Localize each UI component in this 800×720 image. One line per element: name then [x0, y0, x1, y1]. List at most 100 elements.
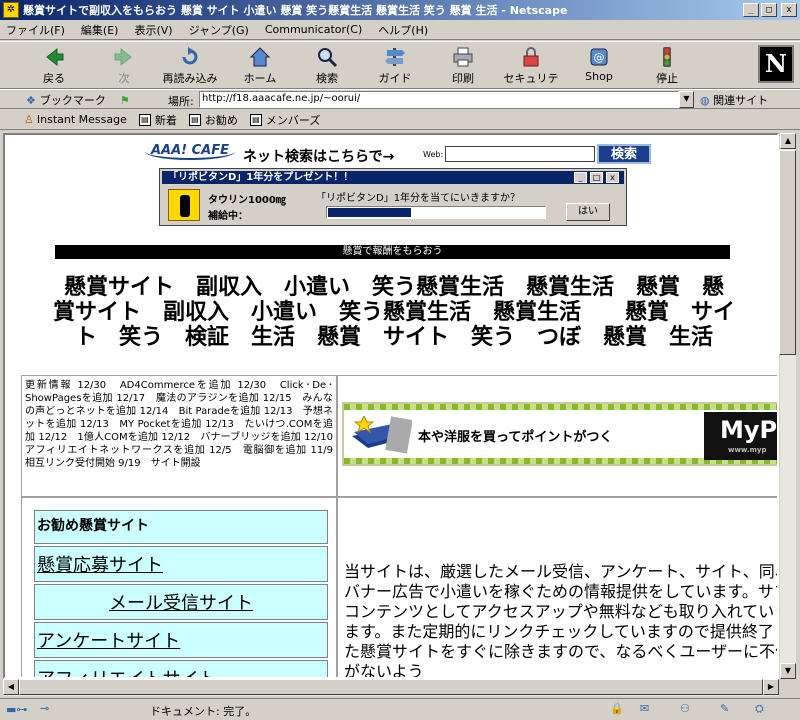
supply-label: 補給中： — [208, 211, 248, 222]
popup-minimize-icon[interactable]: _ — [574, 172, 587, 183]
page-content: AAA! CAFE ネット検索はこちらで→ Web: 検索 「リポビタンD」1年… — [3, 133, 779, 679]
popup-maximize-icon[interactable]: □ — [590, 172, 603, 183]
tagline-bar: 懸賞で報酬をもらおう — [55, 245, 730, 259]
nav-mail-sites[interactable]: メール受信サイト — [34, 584, 328, 620]
menu-communicator[interactable]: Communicator(C) — [265, 23, 362, 36]
nav-affiliate-sites[interactable]: アフィリエイトサイト — [34, 660, 328, 677]
web-label: Web: — [423, 150, 444, 159]
print-icon — [452, 46, 474, 68]
mypoint-banner[interactable]: 本や洋服を買ってポイントがつく MyPo www.myp — [342, 402, 777, 466]
lipovitan-popup-ad[interactable]: 「リポビタンD」1年分をプレゼント！！ _ □ x タウリン1000㎎ 補給中：… — [159, 168, 627, 226]
bottle-icon — [168, 189, 200, 221]
navigation-toolbar: 戻る 次 再読み込み ホーム 検索 ガイド 印刷 セキュリティ @ Shop 停… — [0, 41, 800, 101]
recommend-link[interactable]: ▤ お勧め — [188, 112, 238, 128]
url-input[interactable]: http://f18.aaacafe.ne.jp/~oorui/ — [199, 91, 679, 108]
reload-icon — [179, 46, 201, 68]
minimize-button[interactable]: _ — [743, 3, 759, 17]
reload-button[interactable]: 再読み込み — [160, 46, 220, 86]
maximize-button[interactable]: □ — [761, 3, 777, 17]
close-button[interactable]: x — [781, 3, 797, 17]
members-link[interactable]: ▤ メンバーズ — [249, 112, 320, 128]
guide-icon — [384, 46, 406, 68]
back-button[interactable]: 戻る — [24, 46, 84, 86]
shop-button[interactable]: @ Shop — [569, 46, 629, 86]
heading-line: 賞サイト 副収入 小遣い 笑う懸賞生活 懸賞生活 懸賞 サイ — [52, 300, 735, 325]
supply-progress-bar — [326, 206, 546, 219]
banner-text: 本や洋服を買ってポイントがつく — [418, 430, 613, 445]
print-button[interactable]: 印刷 — [433, 46, 493, 86]
page-icon: ▤ — [188, 113, 201, 126]
vertical-scroll-thumb[interactable] — [779, 150, 796, 355]
location-icon: ⚑ — [119, 93, 130, 107]
nav-prize-sites[interactable]: 懸賞応募サイト — [34, 546, 328, 582]
yes-button[interactable]: はい — [566, 203, 610, 221]
instant-message-button[interactable]: ♙ Instant Message — [24, 113, 127, 126]
forward-button[interactable]: 次 — [94, 46, 154, 86]
popup-question: 「リポビタンD」1年分を当てにいきますか？ — [316, 193, 521, 204]
security-lock-icon: 🔒 — [610, 702, 624, 715]
security-icon — [520, 46, 542, 68]
update-news: 更新情報 12/30 AD4Commerceを追加 12/30 Click･De… — [21, 375, 337, 497]
mypoint-logo: MyPo www.myp — [704, 412, 777, 460]
intro-cell: 当サイトは、厳選したメール受信、アンケート、サイト、同、バナー広告で小遣いを稼ぐ… — [337, 497, 777, 677]
url-dropdown-button[interactable]: ▼ — [679, 91, 694, 108]
scroll-left-icon[interactable]: ◀ — [3, 679, 19, 695]
svg-text:@: @ — [594, 51, 605, 64]
bookmarks-button[interactable]: ❖ ブックマーク ⚑ — [26, 92, 130, 108]
web-search-input[interactable] — [445, 146, 595, 162]
banner-cell: 本や洋服を買ってポイントがつく MyPo www.myp — [337, 375, 777, 497]
horizontal-scroll-thumb[interactable] — [19, 679, 763, 695]
search-button[interactable]: 検索 — [297, 46, 357, 86]
status-text: ドキュメント: 完了。 — [150, 705, 257, 718]
scroll-down-icon[interactable]: ▼ — [780, 663, 796, 679]
security-button[interactable]: セキュリティ — [501, 46, 561, 101]
menu-go[interactable]: ジャンプ(G) — [189, 22, 249, 38]
guide-button[interactable]: ガイド — [365, 46, 425, 86]
back-icon — [43, 46, 65, 68]
location-bar: ❖ ブックマーク ⚑ 場所: http://f18.aaacafe.ne.jp/… — [0, 89, 800, 109]
menu-bar: ファイル(F) 編集(E) 表示(V) ジャンプ(G) Communicator… — [0, 20, 800, 40]
web-search-button[interactable]: 検索 — [597, 144, 651, 164]
stop-button[interactable]: 停止 — [637, 46, 697, 86]
home-icon — [249, 46, 271, 68]
menu-file[interactable]: ファイル(F) — [6, 22, 65, 38]
connection-icon: ▬⊶ — [6, 703, 28, 716]
composer-icon[interactable]: ✎ — [720, 702, 729, 715]
navigator-icon[interactable]: ⛭ — [755, 702, 764, 716]
net-search-label: ネット検索はこちらで→ — [243, 149, 395, 165]
scroll-right-icon[interactable]: ▶ — [763, 679, 779, 695]
aaa-cafe-logo[interactable]: AAA! CAFE — [145, 143, 235, 160]
home-button[interactable]: ホーム — [230, 46, 290, 86]
books-icon — [352, 416, 412, 454]
title-bar: ✲ 懸賞サイトで副収入をもらおう 懸賞 サイト 小遣い 懸賞 笑う懸賞生活 懸賞… — [0, 0, 800, 20]
menu-view[interactable]: 表示(V) — [134, 22, 172, 38]
scroll-up-icon[interactable]: ▲ — [780, 133, 796, 149]
shop-icon: @ — [588, 46, 610, 68]
menu-help[interactable]: ヘルプ(H) — [378, 22, 428, 38]
search-icon — [316, 46, 338, 68]
bookmark-icon: ❖ — [26, 93, 36, 107]
new-link[interactable]: ▤ 新着 — [138, 112, 177, 128]
progress-fill — [328, 208, 411, 217]
person-icon: ♙ — [24, 113, 34, 126]
taurine-label: タウリン1000㎎ — [208, 195, 286, 206]
netscape-icon: ✲ — [3, 2, 19, 18]
window-title: 懸賞サイトで副収入をもらおう 懸賞 サイト 小遣い 懸賞 笑う懸賞生活 懸賞生活… — [23, 4, 568, 17]
page-icon: ▤ — [138, 113, 151, 126]
nav-survey-sites[interactable]: アンケートサイト — [34, 622, 328, 658]
related-sites-button[interactable]: ◍ 関連サイト — [700, 92, 768, 108]
popup-close-icon[interactable]: x — [606, 172, 619, 183]
forward-icon — [113, 46, 135, 68]
related-icon: ◍ — [700, 94, 710, 107]
location-label: 場所: — [168, 95, 194, 108]
stop-icon — [656, 46, 678, 68]
page-icon: ▤ — [249, 113, 262, 126]
horizontal-scrollbar[interactable]: ◀ ▶ — [3, 679, 779, 696]
menu-edit[interactable]: 編集(E) — [81, 22, 119, 38]
mail-icon[interactable]: ✉ — [640, 702, 649, 715]
nav-recommended[interactable]: お勧め懸賞サイト — [34, 510, 328, 544]
heading-line: ト 笑う 検証 生活 懸賞 サイト 笑う つぼ 懸賞 生活 — [74, 325, 713, 350]
discussion-icon[interactable]: ⚇ — [680, 702, 690, 715]
netscape-logo[interactable]: N — [758, 45, 794, 83]
heading-line: 懸賞サイト 副収入 小遣い 笑う懸賞生活 懸賞生活 懸賞 懸 — [63, 275, 724, 300]
